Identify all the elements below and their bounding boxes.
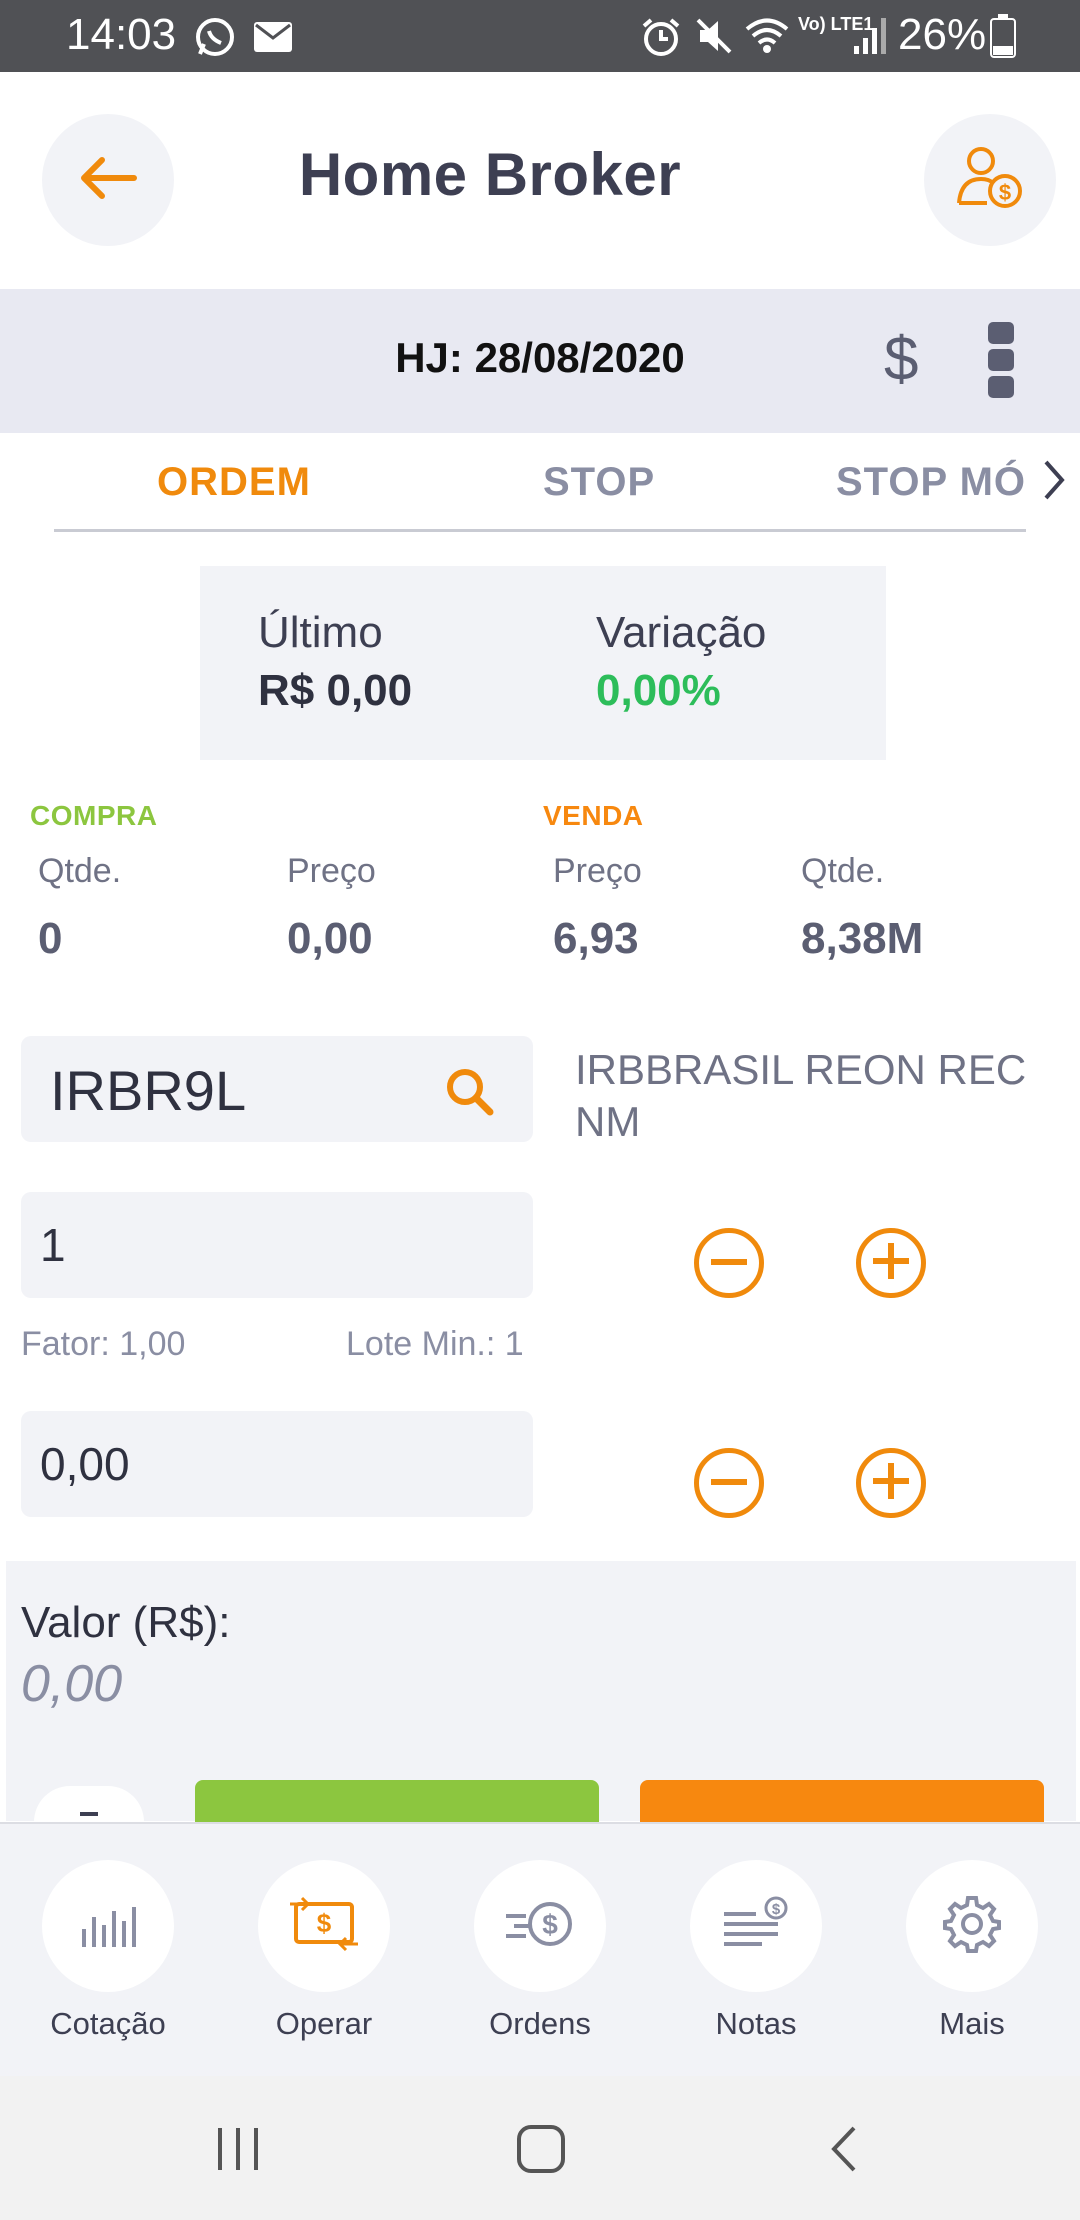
buy-qty-label: Qtde. (38, 852, 122, 890)
search-button[interactable] (444, 1066, 496, 1123)
quote-summary (200, 566, 886, 760)
tab-stop[interactable]: STOP (543, 460, 655, 505)
nav-operar-button[interactable]: $ (258, 1860, 390, 1992)
signal-icon (852, 16, 888, 61)
exchange-money-icon: $ (288, 1894, 360, 1959)
nav-mais-label: Mais (939, 2006, 1005, 2041)
battery-icon (990, 14, 1016, 63)
tabs-scroll-right[interactable] (1040, 458, 1068, 507)
plus-icon (873, 1242, 909, 1284)
factor-text: Fator: 1,00 (21, 1325, 186, 1363)
quantity-increment-button[interactable] (856, 1228, 926, 1298)
orders-money-icon: $ (504, 1896, 576, 1957)
sell-price-label: Preço (553, 852, 642, 890)
symbol-value: IRBR9L (50, 1059, 247, 1122)
recent-apps-button[interactable] (214, 2126, 262, 2177)
nav-notas-button[interactable]: $ (690, 1860, 822, 1992)
alarm-icon (640, 16, 682, 63)
minus-icon (711, 1254, 747, 1272)
buy-button[interactable] (195, 1780, 599, 1822)
status-bar: 14:03 Vo) LTE1 26% (0, 0, 1080, 72)
total-value: 0,00 (21, 1655, 123, 1713)
buy-qty-value: 0 (38, 914, 63, 963)
user-money-icon: $ (955, 145, 1025, 216)
variation-value: 0,00% (596, 666, 721, 715)
search-icon (444, 1069, 496, 1122)
system-back-button[interactable] (826, 2124, 860, 2179)
home-icon (516, 2125, 566, 2178)
sell-qty-value: 8,38M (801, 914, 924, 963)
svg-text:$: $ (542, 1909, 558, 1940)
last-price-value: R$ 0,00 (258, 666, 413, 715)
svg-text:$: $ (999, 180, 1011, 205)
svg-text:$: $ (772, 1901, 781, 1918)
nav-ordens-label: Ordens (489, 2006, 591, 2041)
account-button[interactable]: $ (924, 114, 1056, 246)
chevron-left-icon (826, 2126, 860, 2178)
battery-percent: 26% (898, 10, 987, 59)
bar-chart-icon (78, 1899, 138, 1954)
mute-icon (694, 16, 734, 61)
tab-ordem[interactable]: ORDEM (157, 460, 311, 505)
tab-stop-movel[interactable]: STOP MÓVEL (836, 460, 1026, 505)
nav-notas-label: Notas (715, 2006, 797, 2041)
sell-price-value: 6,93 (553, 914, 639, 963)
sell-qty-label: Qtde. (801, 852, 885, 890)
currency-button[interactable]: $ (884, 324, 918, 395)
home-button[interactable] (516, 2124, 566, 2179)
nav-operar-label: Operar (275, 2006, 373, 2041)
price-increment-button[interactable] (856, 1448, 926, 1518)
more-options-button[interactable] (988, 322, 1014, 398)
nav-ordens-button[interactable]: $ (474, 1860, 606, 1992)
notes-money-icon: $ (722, 1896, 790, 1957)
minus-icon (711, 1474, 747, 1492)
nav-mais-button[interactable] (906, 1860, 1038, 1992)
nav-cotacao-label: Cotação (50, 2006, 166, 2041)
buy-price-label: Preço (287, 852, 376, 890)
whatsapp-icon (194, 16, 236, 63)
plus-icon (873, 1462, 909, 1504)
quantity-input[interactable] (21, 1192, 533, 1298)
sell-label: VENDA (543, 800, 644, 831)
last-price-label: Último (258, 608, 383, 657)
price-decrement-button[interactable] (694, 1448, 764, 1518)
chevron-right-icon (1040, 460, 1068, 506)
kebab-icon (988, 322, 1014, 402)
buy-label: COMPRA (30, 800, 158, 831)
tabs-divider (54, 529, 1026, 532)
price-value: 0,00 (40, 1438, 130, 1490)
quantity-value: 1 (40, 1219, 66, 1271)
clear-button[interactable] (34, 1786, 144, 1822)
company-name: IRBBRASIL REON REC NM (575, 1046, 1027, 1145)
gear-icon (942, 1894, 1002, 1959)
total-label: Valor (R$): (21, 1598, 231, 1647)
variation-label: Variação (596, 608, 767, 657)
minus-icon (80, 1812, 98, 1816)
sell-button[interactable] (640, 1780, 1044, 1822)
quantity-decrement-button[interactable] (694, 1228, 764, 1298)
nav-cotacao-button[interactable] (42, 1860, 174, 1992)
page-title: Home Broker (298, 141, 682, 208)
status-time: 14:03 (66, 10, 177, 59)
svg-text:$: $ (317, 1908, 332, 1938)
wifi-icon (744, 16, 790, 61)
min-lot-text: Lote Min.: 1 (346, 1325, 524, 1363)
mail-icon (254, 22, 292, 57)
recent-apps-icon (214, 2128, 262, 2176)
buy-price-value: 0,00 (287, 914, 373, 963)
